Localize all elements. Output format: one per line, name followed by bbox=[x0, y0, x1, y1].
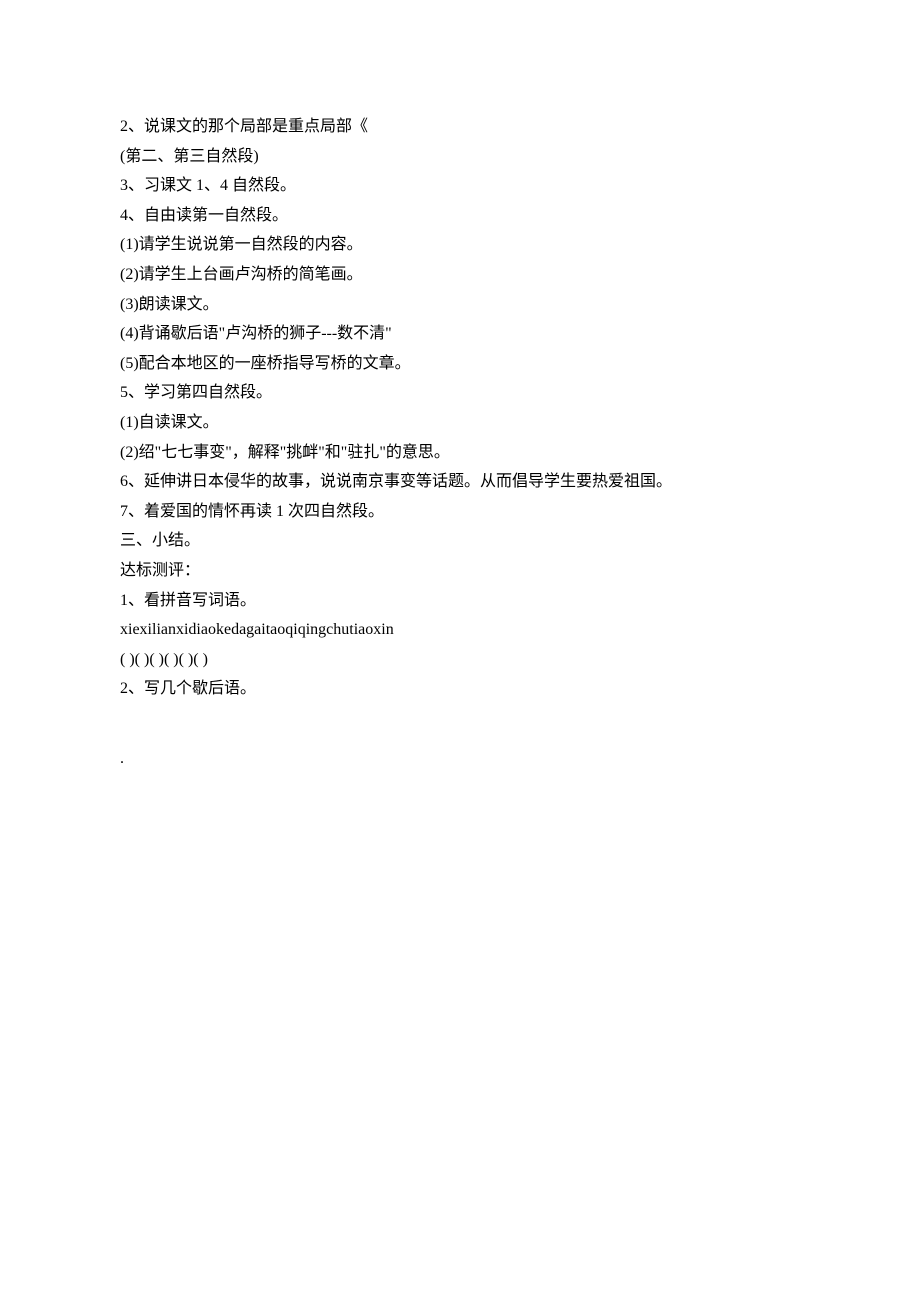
text-line: 1、看拼音写词语。 bbox=[120, 586, 800, 616]
text-line: 5、学习第四自然段。 bbox=[120, 378, 800, 408]
text-line: (1)请学生说说第一自然段的内容。 bbox=[120, 230, 800, 260]
text-line: 7、着爱国的情怀再读 1 次四自然段。 bbox=[120, 497, 800, 527]
text-line: 6、延伸讲日本侵华的故事，说说南京事变等话题。从而倡导学生要热爱祖国。 bbox=[120, 467, 800, 497]
text-line: 三、小结。 bbox=[120, 526, 800, 556]
text-line: 达标测评： bbox=[120, 556, 800, 586]
text-line: 3、习课文 1、4 自然段。 bbox=[120, 171, 800, 201]
text-line: (4)背诵歇后语"卢沟桥的狮子---数不清" bbox=[120, 319, 800, 349]
text-line: (2)请学生上台画卢沟桥的简笔画。 bbox=[120, 260, 800, 290]
text-line: (3)朗读课文。 bbox=[120, 290, 800, 320]
text-line: (1)自读课文。 bbox=[120, 408, 800, 438]
text-line: (5)配合本地区的一座桥指导写桥的文章。 bbox=[120, 349, 800, 379]
text-line: 2、写几个歇后语。 bbox=[120, 674, 800, 704]
text-line: 2、说课文的那个局部是重点局部《 bbox=[120, 112, 800, 142]
text-line: (第二、第三自然段) bbox=[120, 142, 800, 172]
text-line: ( )( )( )( )( )( ) bbox=[120, 645, 800, 675]
text-line: 4、自由读第一自然段。 bbox=[120, 201, 800, 231]
text-dot: . bbox=[120, 744, 800, 774]
text-line: xiexilianxidiaokedagaitaoqiqingchutiaoxi… bbox=[120, 615, 800, 645]
text-line: (2)绍"七七事变"，解释"挑衅"和"驻扎"的意思。 bbox=[120, 438, 800, 468]
